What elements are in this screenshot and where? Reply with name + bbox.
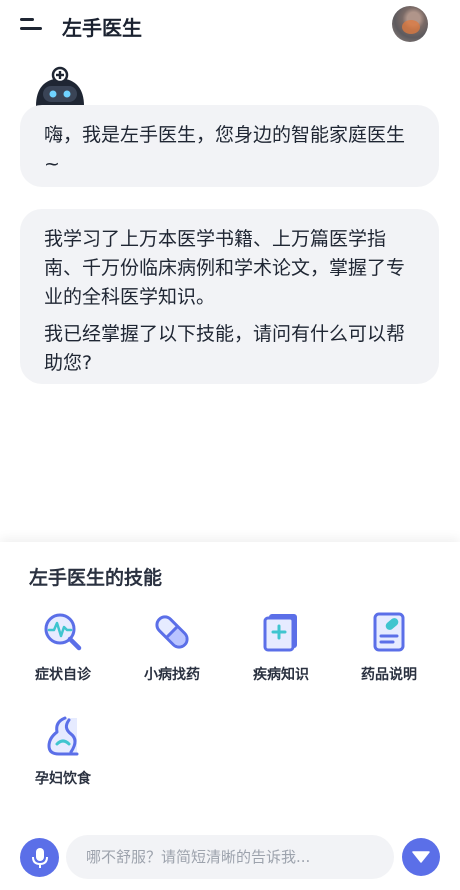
top-bar: 左手医生 [0, 0, 460, 54]
skill-label: 孕妇饮食 [35, 771, 91, 787]
symptom-search-icon [44, 613, 82, 651]
medical-book-icon [263, 614, 297, 652]
bot-message-intro: 我学习了上万本医学书籍、上万篇医学指南、千万份临床病例和学术论文，掌握了专业的全… [20, 209, 439, 384]
skill-disease-knowledge[interactable]: 疾病知识 [236, 610, 326, 684]
skill-label: 小病找药 [144, 667, 200, 683]
expand-down-icon [412, 851, 430, 863]
message-input[interactable] [66, 835, 394, 879]
chat-input-bar [0, 826, 460, 890]
user-avatar[interactable] [392, 6, 428, 42]
message-text: 我学习了上万本医学书籍、上万篇医学指南、千万份临床病例和学术论文，掌握了专业的全… [44, 228, 406, 308]
bot-message-greeting: 嗨，我是左手医生，您身边的智能家庭医生~ [20, 105, 439, 187]
microphone-icon [31, 847, 48, 868]
app-title: 左手医生 [62, 16, 142, 40]
robot-doctor-icon [36, 66, 84, 106]
skill-symptom-check[interactable]: 症状自诊 [18, 610, 108, 684]
pill-capsule-icon [155, 615, 189, 649]
message-text: 嗨，我是左手医生，您身边的智能家庭医生~ [44, 124, 406, 175]
message-text: 我已经掌握了以下技能，请问有什么可以帮助您? [44, 323, 406, 374]
expand-button[interactable] [402, 838, 440, 876]
skill-pregnancy-diet[interactable]: 孕妇饮食 [18, 714, 108, 788]
skill-label: 症状自诊 [35, 667, 91, 683]
skill-find-medicine[interactable]: 小病找药 [127, 610, 217, 684]
microphone-button[interactable] [20, 838, 59, 877]
skill-label: 药品说明 [361, 667, 417, 683]
pregnancy-icon [47, 716, 79, 756]
medicine-document-icon [373, 612, 405, 652]
skill-drug-instructions[interactable]: 药品说明 [344, 610, 434, 684]
skill-label: 疾病知识 [253, 667, 309, 683]
menu-icon[interactable] [20, 17, 42, 35]
skills-title: 左手医生的技能 [29, 567, 163, 589]
